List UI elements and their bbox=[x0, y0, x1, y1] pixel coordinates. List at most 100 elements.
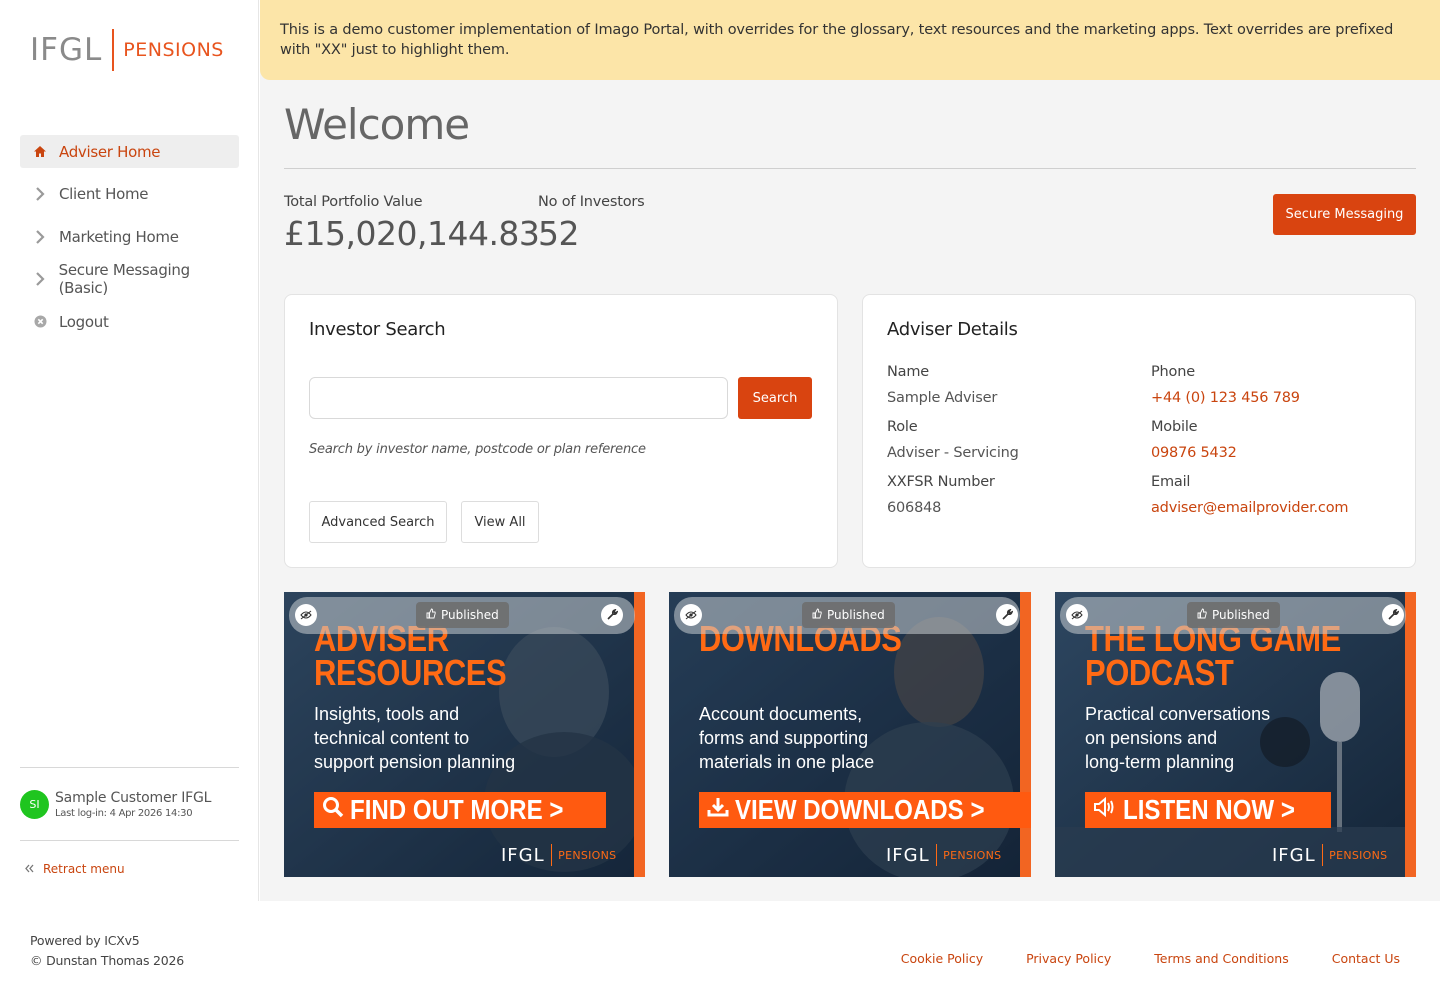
tile-description: Account documents, forms and supporting … bbox=[699, 702, 874, 774]
phone-label: Phone bbox=[1151, 364, 1195, 380]
fsr-value: 606848 bbox=[887, 500, 942, 516]
divider bbox=[284, 168, 1416, 169]
desc-line: forms and supporting bbox=[699, 728, 869, 748]
advanced-search-button[interactable]: Advanced Search bbox=[309, 501, 447, 543]
stat-value: 52 bbox=[538, 214, 579, 253]
view-all-button[interactable]: View All bbox=[461, 501, 539, 543]
wrench-icon[interactable] bbox=[1382, 604, 1404, 626]
tile-logo-brand: IFGL bbox=[886, 844, 930, 866]
adviser-details-card: Adviser Details Name Sample Adviser Role… bbox=[862, 294, 1416, 568]
wrench-icon[interactable] bbox=[601, 604, 623, 626]
find-out-more-button[interactable]: FIND OUT MORE > bbox=[314, 792, 607, 828]
cookie-policy-link[interactable]: Cookie Policy bbox=[901, 951, 983, 966]
desc-line: support pension planning bbox=[314, 752, 516, 772]
tile-logo: IFGL PENSIONS bbox=[1272, 844, 1387, 866]
contact-us-link[interactable]: Contact Us bbox=[1332, 951, 1400, 966]
promo-tile-podcast[interactable]: THE LONG GAME PODCAST Practical conversa… bbox=[1055, 592, 1416, 877]
promo-tile-downloads[interactable]: DOWNLOADS Account documents, forms and s… bbox=[669, 592, 1031, 877]
sidebar-item-label: Logout bbox=[59, 312, 109, 331]
mobile-link[interactable]: 09876 5432 bbox=[1151, 445, 1237, 461]
stat-investors: No of Investors 52 bbox=[538, 194, 645, 253]
logo-divider bbox=[112, 29, 115, 71]
hide-icon[interactable] bbox=[1066, 604, 1088, 626]
desc-line: Account documents, bbox=[699, 704, 863, 724]
tile-logo-brand: IFGL bbox=[501, 844, 545, 866]
user-info: Sample Customer IFGL Last log-in: 4 Apr … bbox=[55, 790, 211, 819]
last-login: Last log-in: 4 Apr 2026 14:30 bbox=[55, 807, 193, 819]
tile-admin-bar: Published bbox=[1060, 597, 1406, 634]
status-badge: Published bbox=[1187, 602, 1280, 628]
sidebar-nav: Adviser Home Client Home Marketing Home … bbox=[20, 135, 239, 348]
sidebar-item-label: Secure Messaging (Basic) bbox=[58, 261, 191, 297]
search-button[interactable]: Search bbox=[738, 377, 812, 419]
card-title: Adviser Details bbox=[887, 319, 1018, 340]
secure-messaging-button[interactable]: Secure Messaging bbox=[1273, 194, 1416, 235]
close-circle-icon bbox=[32, 315, 48, 328]
email-link[interactable]: adviser@emailprovider.com bbox=[1151, 500, 1348, 516]
sidebar-item-label: Client Home bbox=[59, 185, 149, 203]
tile-logo-divider bbox=[1321, 844, 1324, 866]
mobile-label: Mobile bbox=[1151, 419, 1198, 435]
privacy-policy-link[interactable]: Privacy Policy bbox=[1026, 951, 1111, 966]
chevron-right-icon bbox=[32, 229, 48, 244]
tile-admin-bar: Published bbox=[674, 597, 1020, 634]
tile-logo-sub: PENSIONS bbox=[943, 848, 1002, 862]
sidebar-item-label: Marketing Home bbox=[59, 227, 179, 246]
card-title: Investor Search bbox=[309, 319, 446, 340]
tile-logo-sub: PENSIONS bbox=[558, 848, 617, 862]
investor-search-card: Investor Search Search Search by investo… bbox=[284, 294, 838, 568]
desc-line: Practical conversations bbox=[1085, 704, 1271, 724]
phone-link[interactable]: +44 (0) 123 456 789 bbox=[1151, 390, 1300, 406]
sidebar-item-logout[interactable]: Logout bbox=[20, 305, 239, 338]
fsr-label: XXFSR Number bbox=[887, 474, 995, 490]
avatar: SI bbox=[20, 789, 49, 819]
sidebar-item-client-home[interactable]: Client Home bbox=[20, 178, 239, 211]
thumbs-up-icon bbox=[426, 608, 436, 622]
tile-admin-bar: Published bbox=[289, 597, 635, 634]
investor-search-input[interactable] bbox=[309, 377, 728, 419]
sidebar-item-adviser-home[interactable]: Adviser Home bbox=[20, 135, 239, 168]
wrench-icon[interactable] bbox=[996, 604, 1018, 626]
tile-accent-stripe bbox=[634, 592, 645, 877]
speaker-icon bbox=[1093, 796, 1117, 824]
name-label: Name bbox=[887, 364, 929, 380]
cta-label: LISTEN NOW > bbox=[1123, 794, 1295, 825]
status-badge: Published bbox=[416, 602, 509, 628]
download-icon bbox=[707, 796, 729, 824]
listen-now-button[interactable]: LISTEN NOW > bbox=[1085, 792, 1331, 828]
retract-label: Retract menu bbox=[43, 862, 125, 876]
promo-tile-adviser-resources[interactable]: ADVISER RESOURCES Insights, tools and te… bbox=[284, 592, 645, 877]
status-label: Published bbox=[827, 608, 885, 622]
tile-description: Insights, tools and technical content to… bbox=[314, 702, 515, 774]
main-content: This is a demo customer implementation o… bbox=[260, 0, 1440, 901]
tile-logo: IFGL PENSIONS bbox=[501, 844, 616, 866]
sidebar-item-secure-messaging[interactable]: Secure Messaging (Basic) bbox=[20, 261, 239, 297]
view-downloads-button[interactable]: VIEW DOWNLOADS > bbox=[699, 792, 1031, 828]
ifgl-pensions-logo[interactable]: IFGL PENSIONS bbox=[30, 28, 224, 72]
tile-accent-stripe bbox=[1405, 592, 1416, 877]
copyright: © Dunstan Thomas 2026 bbox=[30, 953, 185, 968]
footer-info: Powered by ICXv5 © Dunstan Thomas 2026 bbox=[30, 931, 184, 971]
retract-menu-link[interactable]: Retract menu bbox=[25, 862, 125, 876]
hide-icon[interactable] bbox=[295, 604, 317, 626]
chevron-right-icon bbox=[32, 187, 48, 201]
cta-label: FIND OUT MORE > bbox=[350, 794, 564, 825]
desc-line: on pensions and bbox=[1085, 728, 1218, 748]
hide-icon[interactable] bbox=[680, 604, 702, 626]
tile-logo-brand: IFGL bbox=[1272, 844, 1316, 866]
terms-link[interactable]: Terms and Conditions bbox=[1154, 951, 1288, 966]
tile-accent-stripe bbox=[1020, 592, 1031, 877]
page-title: Welcome bbox=[284, 100, 470, 149]
double-chevron-left-icon bbox=[25, 862, 34, 876]
stat-value: £15,020,144.83 bbox=[284, 214, 540, 253]
status-badge: Published bbox=[802, 602, 895, 628]
sidebar-item-marketing-home[interactable]: Marketing Home bbox=[20, 220, 239, 253]
status-label: Published bbox=[441, 608, 499, 622]
demo-notice-banner: This is a demo customer implementation o… bbox=[260, 0, 1440, 80]
search-help-text: Search by investor name, postcode or pla… bbox=[309, 442, 646, 457]
search-icon bbox=[322, 796, 344, 824]
role-label: Role bbox=[887, 419, 918, 435]
desc-line: technical content to bbox=[314, 728, 470, 748]
user-profile[interactable]: SI Sample Customer IFGL Last log-in: 4 A… bbox=[20, 767, 239, 841]
heading-line: RESOURCES bbox=[314, 652, 507, 693]
